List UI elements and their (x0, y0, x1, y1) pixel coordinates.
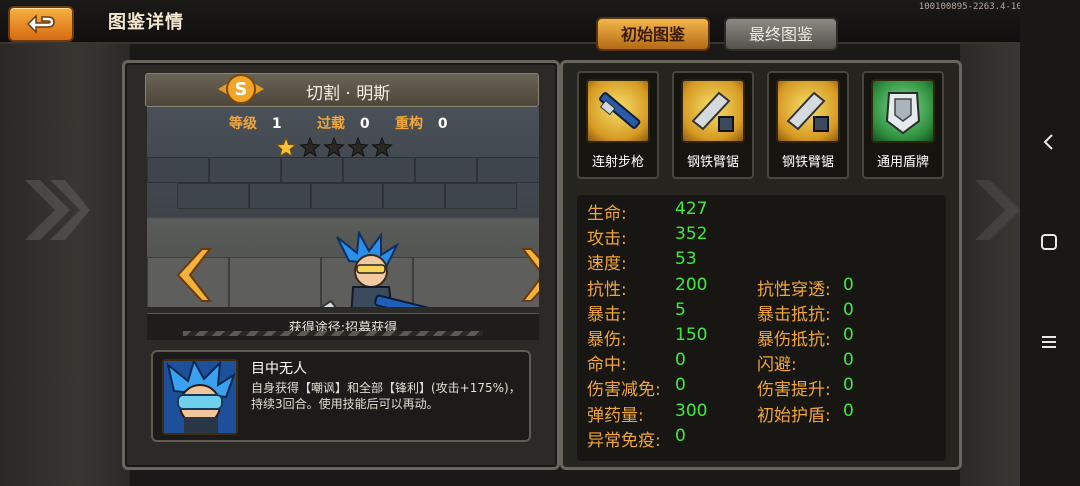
nav-back-icon[interactable] (1040, 133, 1058, 151)
attribute-label: 暴击: (587, 304, 627, 325)
hero-scene: 等级 1 过载 0 重构 0 (147, 107, 539, 307)
attribute-label: 速度: (587, 254, 627, 275)
hero-name-bar: S 切割 · 明斯 (145, 73, 539, 107)
star-empty-icon (299, 137, 321, 158)
attribute-row: 弹药量: 300 (587, 401, 707, 426)
star-empty-icon (371, 137, 393, 158)
next-hero-arrow-icon[interactable] (521, 247, 539, 303)
attribute-value: 0 (675, 425, 686, 446)
attribute-label: 弹药量: (587, 405, 644, 426)
attribute-value: 0 (675, 375, 686, 396)
equipment-slot-1[interactable]: 连射步枪 (577, 71, 659, 179)
attribute-label: 生命: (587, 204, 627, 224)
hero-character-image (319, 231, 436, 307)
attribute-value: 53 (675, 249, 697, 270)
attribute-row: 生命: 427 (587, 199, 707, 224)
tab-final-codex[interactable]: 最终图鉴 (724, 17, 838, 51)
attribute-value: 150 (675, 325, 708, 345)
attribute-label: 命中: (587, 355, 627, 376)
svg-text:S: S (235, 79, 248, 100)
attribute-value: 0 (843, 325, 854, 345)
attribute-label: 伤害减免: (587, 380, 661, 401)
star-empty-icon (323, 137, 345, 158)
level-value: 1 (271, 116, 282, 132)
equipment-label: 钢铁臂锯 (686, 155, 739, 170)
overload-label: 过载 (317, 116, 345, 132)
attribute-row: 命中: 0 (587, 350, 686, 376)
return-arrow-icon (26, 14, 55, 34)
attribute-row: 速度: 53 (587, 249, 697, 275)
attribute-value: 427 (675, 199, 708, 219)
attribute-label: 异常免疫: (587, 430, 661, 451)
attribute-row: 抗性: 200 (587, 275, 707, 300)
attribute-value: 0 (843, 299, 854, 320)
attribute-label: 抗性穿透: (757, 279, 831, 300)
star-empty-icon (347, 137, 369, 158)
attribute-value: 0 (675, 350, 686, 371)
chainsaw-icon (681, 79, 745, 143)
attribute-row: 异常免疫: 0 (587, 426, 686, 451)
level-label: 等级 (229, 116, 257, 132)
skill-portrait-icon[interactable] (162, 359, 238, 435)
hazard-stripe (183, 331, 483, 336)
equipment-slot-4[interactable]: 通用盾牌 (862, 71, 944, 179)
rebuild-label: 重构 (395, 116, 423, 132)
rifle-icon (586, 79, 650, 143)
chainsaw-icon (776, 79, 840, 143)
attribute-value: 5 (675, 299, 686, 320)
attribute-row: 暴击抵抗: 0 (757, 300, 854, 325)
skill-box: 目中无人 自身获得【嘲讽】和全部【锋利】(攻击+175%)，持续3回合。使用技能… (151, 350, 531, 442)
attribute-value: 0 (843, 274, 854, 295)
attribute-row: 伤害减免: 0 (587, 375, 686, 401)
skill-description: 自身获得【嘲讽】和全部【锋利】(攻击+175%)，持续3回合。使用技能后可以再动… (251, 381, 521, 411)
tab-initial-codex[interactable]: 初始图鉴 (596, 17, 710, 51)
nav-menu-icon[interactable] (1040, 333, 1058, 351)
attribute-label: 闪避: (757, 355, 797, 376)
top-bar: 图鉴详情 100100895-2263.4-109-2 (0, 0, 1080, 44)
equipment-label: 连射步枪 (591, 155, 644, 170)
background-left (0, 0, 130, 486)
attribute-label: 暴伤: (587, 330, 627, 350)
attribute-value: 200 (675, 274, 708, 295)
attribute-list: 生命: 427 攻击: 352 速度: 53 抗性: 200 暴击: 5 暴伤: 150 命中: 0 伤害减… (577, 195, 946, 461)
hero-panel: S 切割 · 明斯 等级 1 过载 0 重构 0 获得途径:招募获得 目中无人 … (122, 60, 560, 470)
chevron-decoration-icon (25, 180, 90, 240)
attribute-value: 0 (843, 400, 854, 421)
attribute-row: 暴伤抵抗: 0 (757, 325, 854, 350)
hero-name: 切割 · 明斯 (306, 84, 391, 104)
attribute-label: 抗性: (587, 279, 627, 300)
attributes-panel: 连射步枪 钢铁臂锯 钢铁臂锯 通用盾牌 生命: 427 攻击: 352 速度: 53 抗 (560, 60, 962, 470)
nav-home-icon[interactable] (1040, 233, 1058, 251)
equipment-slot-3[interactable]: 钢铁臂锯 (767, 71, 849, 179)
attribute-label: 攻击: (587, 229, 627, 250)
star-rating (275, 137, 393, 158)
attribute-row: 抗性穿透: 0 (757, 275, 854, 300)
star-filled-icon (275, 137, 297, 158)
attribute-row: 初始护盾: 0 (757, 401, 854, 426)
attribute-value: 0 (843, 375, 854, 396)
attribute-row: 攻击: 352 (587, 224, 707, 250)
attribute-label: 伤害提升: (757, 380, 831, 401)
page-title: 图鉴详情 (108, 12, 184, 33)
attribute-row: 闪避: 0 (757, 350, 854, 376)
attribute-label: 初始护盾: (757, 405, 831, 426)
attribute-row: 伤害提升: 0 (757, 375, 854, 401)
rebuild-value: 0 (437, 116, 448, 132)
attribute-value: 0 (843, 350, 854, 371)
equipment-slot-2[interactable]: 钢铁臂锯 (672, 71, 754, 179)
overload-value: 0 (359, 116, 370, 132)
attribute-label: 暴伤抵抗: (757, 330, 831, 350)
attribute-value: 352 (675, 224, 708, 245)
attribute-label: 暴击抵抗: (757, 304, 831, 325)
attribute-row: 暴伤: 150 (587, 325, 707, 350)
rank-s-badge-icon: S (218, 74, 264, 104)
back-button[interactable] (8, 6, 74, 42)
previous-hero-arrow-icon[interactable] (172, 247, 212, 303)
attribute-value: 300 (675, 400, 708, 421)
attribute-row: 暴击: 5 (587, 300, 686, 325)
shield-icon (871, 79, 935, 143)
equipment-label: 钢铁臂锯 (781, 155, 834, 170)
equipment-label: 通用盾牌 (876, 155, 929, 170)
skill-name: 目中无人 (251, 361, 307, 377)
